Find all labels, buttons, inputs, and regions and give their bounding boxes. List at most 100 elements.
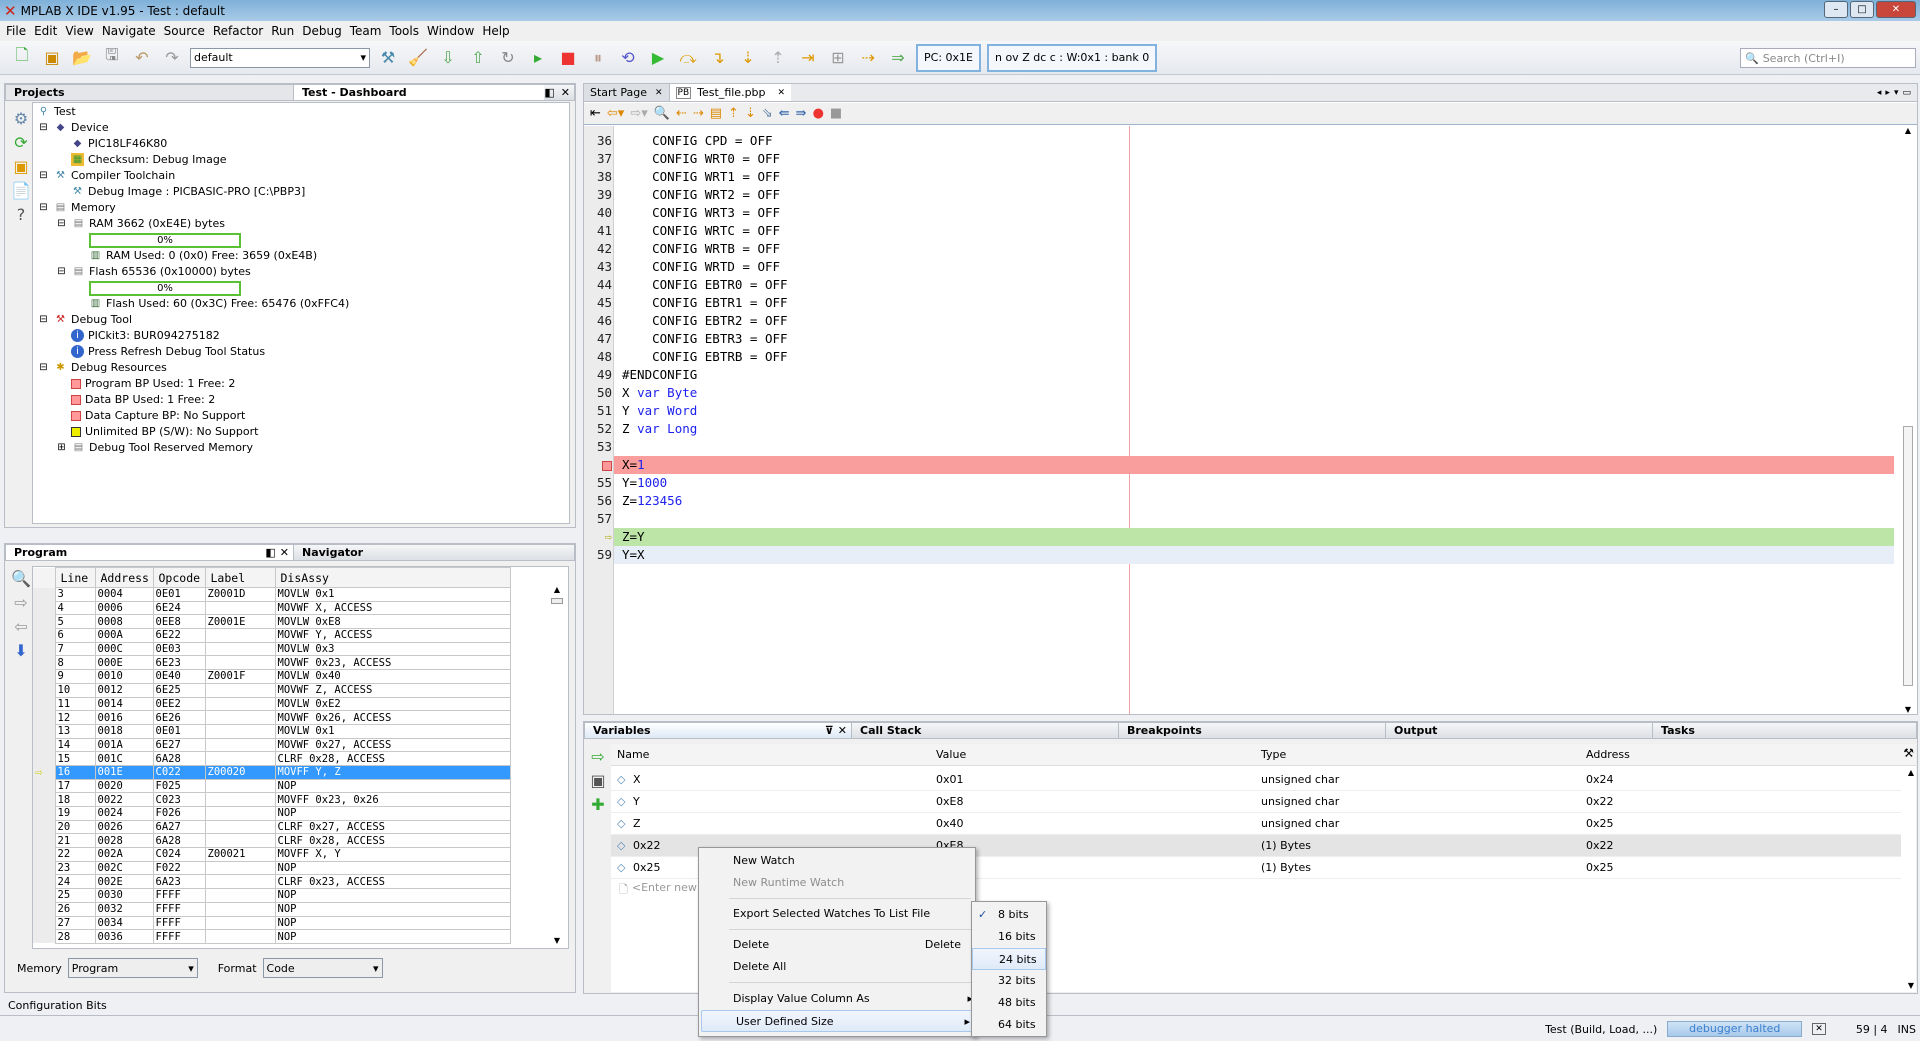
program-row[interactable]: 9 0010 0E40 Z0001F MOVLW 0x40 [33,669,511,684]
toggle-highlight-icon[interactable]: ▤ [710,106,722,121]
menu-window[interactable]: Window [424,24,479,38]
submenu-item[interactable]: 16 bits [972,926,1046,948]
line-number[interactable]: 48 [584,348,612,366]
tree-item-debug-tool[interactable]: ⊟ ⚒ Debug Tool [37,313,132,326]
code-line[interactable]: 36 CONFIG CPD = OFF [584,132,1894,150]
line-number[interactable]: 36 [584,132,612,150]
menu-source[interactable]: Source [161,24,210,38]
menu-file[interactable]: File [3,24,31,38]
program-row[interactable]: 11 0014 0EE2 MOVLW 0xE2 [33,696,511,712]
redo-icon[interactable]: ↷ [160,46,184,70]
undo-icon[interactable]: ↶ [130,46,154,70]
line-number[interactable]: 37 [584,150,612,168]
column-label[interactable]: Label [204,567,276,588]
tree-item-flash[interactable]: ⊟ ▤ Flash 65536 (0x10000) bytes [55,265,250,278]
code-line[interactable]: 50 X var Byte [584,384,1894,402]
line-number[interactable]: 59 [584,546,612,564]
step-into-icon[interactable]: ↴ [706,46,730,70]
menu-team[interactable]: Team [347,24,387,38]
menu-refactor[interactable]: Refactor [210,24,268,38]
read-device-icon[interactable]: ⇧ [466,46,490,70]
watch-options-icon[interactable]: ▣ [586,768,610,792]
code-line[interactable]: 41 CONFIG WRTC = OFF [584,222,1894,240]
build-icon[interactable]: ⚒ [376,46,400,70]
maximize-icon[interactable]: ▭ [1902,88,1911,98]
code-line[interactable]: 42 CONFIG WRTB = OFF [584,240,1894,258]
close-panel-icon[interactable]: ✕ [280,546,289,559]
collapse-icon[interactable]: ⊟ [37,121,50,134]
column-type[interactable]: Type [1261,748,1286,761]
line-number[interactable]: 46 [584,312,612,330]
program-row[interactable]: 5 0008 0EE8 Z0001E MOVLW 0xE8 [33,614,511,630]
collapse-icon[interactable]: ⊟ [37,169,50,182]
tree-item-reserved-memory[interactable]: ⊞ ▤ Debug Tool Reserved Memory [55,441,253,454]
menu-help[interactable]: Help [479,24,514,38]
program-row[interactable]: 4 0006 6E24 MOVWF X, ACCESS [33,600,511,616]
pause-icon[interactable]: ⏸ [586,46,610,70]
scrollbar-thumb[interactable] [551,598,563,604]
program-row[interactable]: 7 000C 0E03 MOVLW 0x3 [33,641,511,657]
add-watch-icon[interactable]: ✚ [586,792,610,816]
toggle-bookmark-icon[interactable]: ⇘ [762,106,773,121]
submenu-item[interactable]: 64 bits [972,1014,1046,1036]
tree-item-compiler[interactable]: ⊟ ⚒ Compiler Toolchain [37,169,175,182]
column-opcode[interactable]: Opcode [152,567,206,588]
shift-left-icon[interactable]: ⇚ [779,106,790,121]
find-next-icon[interactable]: ⇢ [693,106,704,121]
step-over-icon[interactable]: ⤼ [676,46,700,70]
menu-item-user-defined-size[interactable]: User Defined Size ▸ [701,1010,973,1032]
minimize-panel-icon[interactable]: ⊽ [825,724,834,737]
line-number[interactable]: 51 [584,402,612,420]
minimize-panel-icon[interactable]: ◧ [544,86,554,99]
program-row[interactable]: 24 002E 6A23 CLRF 0x23, ACCESS [33,874,511,890]
enter-new-watch[interactable]: 🗋 <Enter new [619,881,697,900]
configuration-bits-tab[interactable]: Configuration Bits [8,999,107,1012]
line-number[interactable]: 44 [584,276,612,294]
find-previous-icon[interactable]: ⇠ [676,106,687,121]
format-select[interactable]: Code ▾ [262,958,383,978]
code-line[interactable]: 52 Z var Long [584,420,1894,438]
task-progress-bar[interactable]: debugger halted [1667,1021,1803,1037]
program-row[interactable]: 23 002C F022 NOP [33,860,511,876]
breakpoint-icon[interactable] [602,460,612,471]
column-chooser-icon[interactable]: ⚒ [1903,746,1914,760]
line-number[interactable]: 47 [584,330,612,348]
program-row[interactable]: 19 0024 F026 NOP [33,806,511,821]
program-row[interactable]: 8 000E 6E23 MOVWF 0x23, ACCESS [33,655,511,671]
tab-projects[interactable]: Projects [6,85,294,100]
start-macro-icon[interactable]: ● [813,106,824,121]
reset-debug-icon[interactable]: ⟲ [616,46,640,70]
program-row[interactable]: 27 0034 FFFF NOP [33,915,511,931]
menu-edit[interactable]: Edit [31,24,62,38]
find-icon[interactable]: 🔍 [654,106,670,121]
column-disassy[interactable]: DisAssy [274,567,511,588]
submenu-item[interactable]: 24 bits [972,948,1046,970]
code-line[interactable]: 49 #ENDCONFIG [584,366,1894,384]
line-number[interactable]: 45 [584,294,612,312]
collapse-icon[interactable]: ⊟ [55,265,68,278]
close-panel-icon[interactable]: ✕ [561,86,570,99]
code-line[interactable]: 43 CONFIG WRTD = OFF [584,258,1894,276]
program-row[interactable]: 22 002A C024 Z00021 MOVFF X, Y [33,847,511,862]
line-number[interactable]: 39 [584,186,612,204]
tab-navigator[interactable]: Navigator [294,545,574,560]
stop-macro-icon[interactable]: ■ [830,106,842,121]
tab-program[interactable]: Program ◧ ✕ [6,545,294,560]
continue-icon[interactable]: ▶ [646,46,670,70]
close-panel-icon[interactable]: ✕ [838,724,847,737]
scroll-left-icon[interactable]: ◂ [1877,88,1882,98]
focus-cursor-icon[interactable]: ⊞ [826,46,850,70]
find-icon[interactable]: 🔍 [9,566,33,590]
watch-row[interactable]: ◇ X 0x01 unsigned char 0x24 [611,769,1901,791]
close-tab-icon[interactable]: ✕ [778,88,786,98]
scroll-down-icon[interactable]: ▼ [1908,981,1914,990]
minimize-panel-icon[interactable]: ◧ [265,546,275,559]
tab-variables[interactable]: Variables ⊽ ✕ [585,723,852,738]
scroll-up-icon[interactable]: ▲ [1908,768,1914,777]
configuration-select[interactable]: default ▾ [190,47,370,68]
code-area[interactable]: 36 CONFIG CPD = OFF 37 CONFIG WRT0 = OFF 3… [584,132,1894,712]
menu-run[interactable]: Run [268,24,299,38]
tree-item-debug-resources[interactable]: ⊟ ✱ Debug Resources [37,361,167,374]
cancel-task-icon[interactable]: ✕ [1812,1023,1826,1035]
code-line[interactable]: 45 CONFIG EBTR1 = OFF [584,294,1894,312]
